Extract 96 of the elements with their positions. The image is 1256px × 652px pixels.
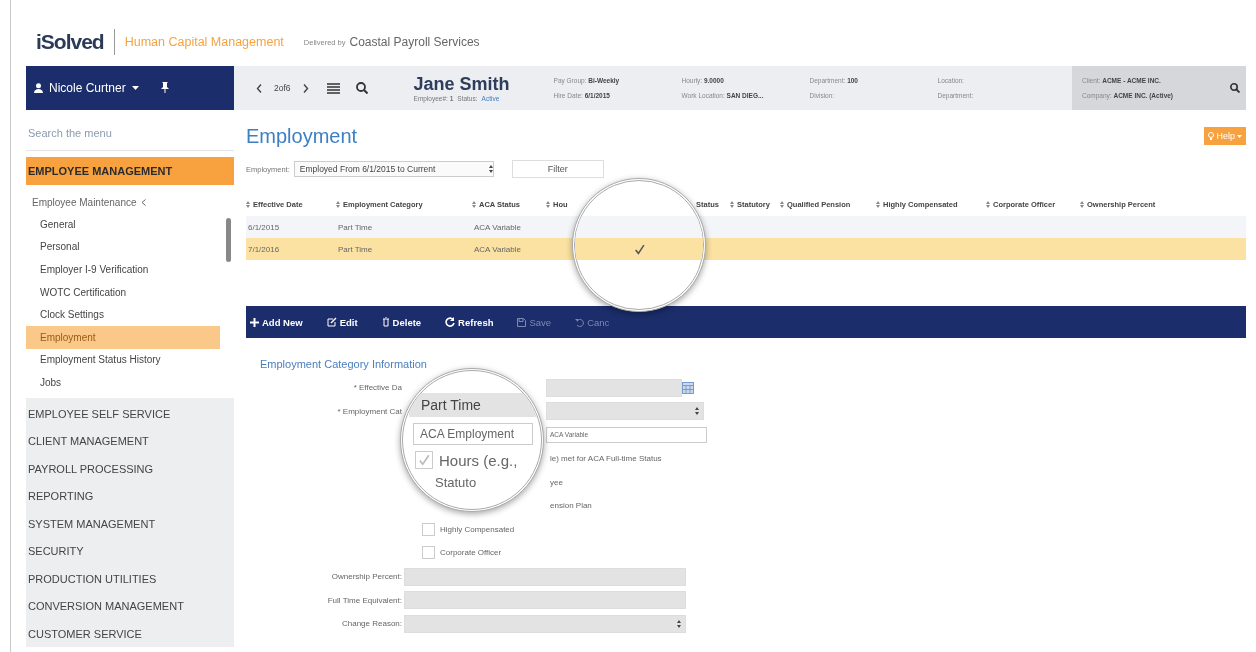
reason-select[interactable]	[404, 614, 686, 633]
table-cell: 6/1/2015	[248, 222, 280, 232]
category-select[interactable]	[546, 402, 704, 421]
chevron-right-icon	[302, 83, 309, 93]
field-label: * Effective Da	[352, 383, 402, 393]
caret-icon	[1237, 134, 1242, 138]
sort-icon	[546, 200, 550, 208]
menu-section[interactable]: PAYROLL PROCESSING	[26, 454, 234, 483]
toolbar-button[interactable]: Edit	[326, 316, 358, 328]
sort-icon	[336, 200, 340, 208]
menu-section[interactable]: CUSTOMER SERVICE	[26, 619, 234, 648]
list-icon	[326, 82, 340, 94]
menu-group-label: Employee Maintenance	[32, 196, 137, 208]
menu-item[interactable]: Employment	[26, 325, 220, 349]
search-button[interactable]	[355, 82, 368, 94]
table-cell: ACA Variable	[474, 222, 521, 232]
sort-icon	[472, 200, 476, 208]
table-cell: 7/1/2016	[248, 244, 280, 254]
pin-icon	[160, 82, 169, 93]
checkbox-label: le) met for ACA Full-time Status	[550, 454, 662, 464]
refresh-icon	[445, 317, 456, 327]
next-button[interactable]	[302, 83, 309, 93]
field-label: Ownership Percent:	[330, 572, 402, 582]
plus-icon	[250, 317, 259, 327]
employee-name: Jane Smith	[413, 74, 511, 95]
input-field[interactable]	[404, 591, 686, 610]
record-position: 2of6	[274, 83, 291, 93]
menu-group[interactable]: Employee Maintenance	[26, 191, 234, 213]
menu-section[interactable]: REPORTING	[26, 482, 234, 510]
menu-section[interactable]: CONVERSION MANAGEMENT	[26, 592, 234, 620]
menu-section[interactable]: PRODUCTION UTILITIES	[26, 564, 234, 593]
checkbox[interactable]	[422, 546, 435, 560]
list-button[interactable]	[326, 82, 340, 94]
toolbar-button[interactable]: Delete	[381, 316, 422, 328]
menu-section[interactable]: CLIENT MANAGEMENT	[26, 427, 234, 455]
sort-icon	[730, 200, 734, 208]
sort-icon	[1080, 200, 1084, 208]
search-icon	[1230, 83, 1240, 93]
trash-icon	[381, 317, 390, 327]
filter-button[interactable]: Filter	[511, 160, 604, 178]
floppy-icon	[517, 317, 527, 327]
select-arrows-icon	[677, 619, 681, 628]
menu-section[interactable]: SECURITY	[26, 537, 234, 565]
user-name[interactable]: Nicole Curtner	[49, 81, 126, 95]
menu-section[interactable]: EMPLOYEE SELF SERVICE	[26, 399, 234, 428]
checkbox-label: yee	[550, 477, 563, 487]
logo: iSolved	[36, 30, 104, 54]
toolbar-button[interactable]: Refresh	[445, 316, 494, 328]
provider-name: Coastal Payroll Services	[349, 35, 480, 49]
menu-item[interactable]: Employment Status History	[26, 348, 220, 372]
menu-item[interactable]: Personal	[26, 235, 220, 259]
checkbox-label: Corporate Officer	[440, 548, 502, 558]
select-arrows-icon	[488, 165, 493, 173]
undo-icon	[575, 317, 585, 327]
person-icon	[34, 83, 43, 93]
previous-button[interactable]	[256, 83, 262, 93]
scrollbar-thumb[interactable]	[226, 218, 231, 262]
checkbox[interactable]	[422, 522, 435, 536]
checkbox-label: Highly Compensated	[440, 524, 515, 534]
checkbox-label: ension Plan	[550, 501, 592, 511]
chevron-left-icon	[256, 83, 262, 93]
table-cell: Part Time	[338, 222, 373, 232]
sort-icon	[876, 200, 880, 208]
menu-item[interactable]: General	[26, 213, 220, 236]
table-cell: Part Time	[338, 244, 373, 254]
calendar-icon	[682, 381, 694, 394]
menu-item[interactable]: Employer I-9 Verification	[26, 258, 220, 281]
checkbox-label: Statuto	[435, 475, 478, 490]
collapse-icon	[140, 198, 146, 206]
table-cell: ACA Variable	[474, 244, 521, 254]
menu-item[interactable]: Clock Settings	[26, 303, 220, 326]
menu-item[interactable]: WOTC Certification	[26, 280, 220, 304]
section-title: Employment Category Information	[260, 358, 428, 370]
sort-icon	[780, 200, 784, 208]
toolbar-button[interactable]: Add New	[250, 316, 303, 328]
caret-icon	[131, 86, 139, 90]
field-label: Change Reason:	[340, 619, 402, 629]
menu-section[interactable]: SYSTEM MANAGEMENT	[26, 509, 234, 538]
menu-section[interactable]: EMPLOYEE MANAGEMENT	[26, 157, 234, 185]
menu-item[interactable]: Jobs	[26, 371, 220, 394]
edit-icon	[326, 317, 337, 327]
field-label: Full Time Equivalent:	[326, 595, 402, 605]
employment-select[interactable]: Employed From 6/1/2015 to Current	[293, 161, 494, 177]
search-icon	[355, 82, 368, 94]
date-field[interactable]	[546, 378, 682, 397]
select-arrows-icon	[695, 407, 699, 416]
checkbox-label: Hours (e.g.,	[439, 451, 518, 469]
page-title: Employment	[246, 124, 358, 148]
lightbulb-icon	[1208, 132, 1215, 140]
field-label: ACA Employment	[413, 423, 533, 445]
search-button[interactable]	[1230, 83, 1240, 93]
field-label: * Employment Cat	[336, 406, 402, 416]
input-field[interactable]	[404, 567, 686, 586]
sort-icon	[246, 200, 250, 208]
product-name: Human Capital Management	[124, 35, 284, 49]
sort-icon	[986, 200, 990, 208]
